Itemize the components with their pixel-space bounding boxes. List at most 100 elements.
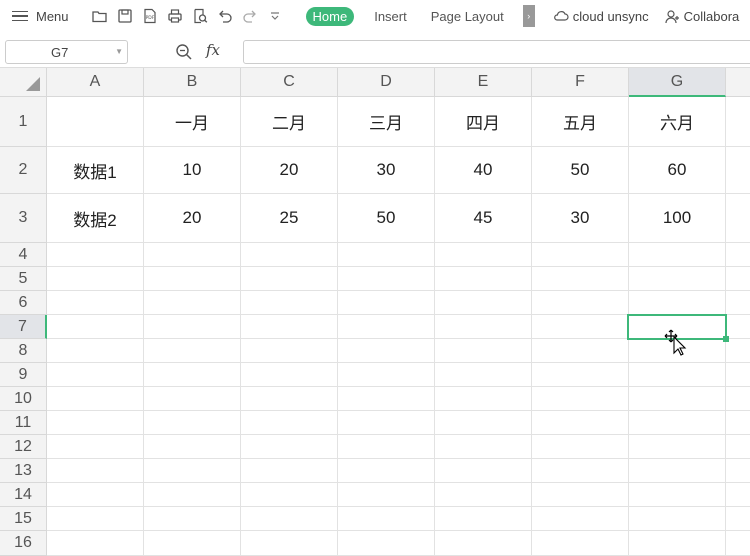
cell-c15[interactable] xyxy=(241,507,338,531)
cell-d12[interactable] xyxy=(338,435,435,459)
column-header-d[interactable]: D xyxy=(338,68,435,97)
cell-h12[interactable] xyxy=(726,435,750,459)
cell-h3[interactable] xyxy=(726,194,750,243)
column-header-f[interactable]: F xyxy=(532,68,629,97)
column-header-h[interactable] xyxy=(726,68,750,97)
row-header-11[interactable]: 11 xyxy=(0,411,47,435)
name-box[interactable]: G7 ▼ xyxy=(5,40,128,64)
cell-c5[interactable] xyxy=(241,267,338,291)
chevron-down-icon[interactable]: ▼ xyxy=(115,47,123,56)
cell-a14[interactable] xyxy=(47,483,144,507)
cell-a9[interactable] xyxy=(47,363,144,387)
cell-a2[interactable]: 数据1 xyxy=(47,147,144,194)
cell-f7[interactable] xyxy=(532,315,629,339)
cell-c11[interactable] xyxy=(241,411,338,435)
cell-c8[interactable] xyxy=(241,339,338,363)
cell-e14[interactable] xyxy=(435,483,532,507)
cell-g5[interactable] xyxy=(629,267,726,291)
cell-d2[interactable]: 30 xyxy=(338,147,435,194)
cell-g1[interactable]: 六月 xyxy=(629,97,726,147)
row-header-10[interactable]: 10 xyxy=(0,387,47,411)
cell-b3[interactable]: 20 xyxy=(144,194,241,243)
cell-c7[interactable] xyxy=(241,315,338,339)
row-header-16[interactable]: 16 xyxy=(0,531,47,556)
cell-c14[interactable] xyxy=(241,483,338,507)
row-header-13[interactable]: 13 xyxy=(0,459,47,483)
cell-e4[interactable] xyxy=(435,243,532,267)
more-tabs-arrow-icon[interactable]: › xyxy=(522,5,535,27)
cell-e12[interactable] xyxy=(435,435,532,459)
cell-b2[interactable]: 10 xyxy=(144,147,241,194)
cell-g15[interactable] xyxy=(629,507,726,531)
cell-d15[interactable] xyxy=(338,507,435,531)
tab-page-layout[interactable]: Page Layout xyxy=(431,9,504,24)
cell-b15[interactable] xyxy=(144,507,241,531)
cell-h7[interactable] xyxy=(726,315,750,339)
cell-f11[interactable] xyxy=(532,411,629,435)
cell-f16[interactable] xyxy=(532,531,629,556)
cell-f9[interactable] xyxy=(532,363,629,387)
cell-b11[interactable] xyxy=(144,411,241,435)
row-header-5[interactable]: 5 xyxy=(0,267,47,291)
column-header-b[interactable]: B xyxy=(144,68,241,97)
menu-button[interactable]: Menu xyxy=(12,9,69,24)
cell-h11[interactable] xyxy=(726,411,750,435)
cell-d16[interactable] xyxy=(338,531,435,556)
undo-icon[interactable] xyxy=(216,7,234,25)
cell-f12[interactable] xyxy=(532,435,629,459)
cell-d7[interactable] xyxy=(338,315,435,339)
row-header-9[interactable]: 9 xyxy=(0,363,47,387)
cell-d14[interactable] xyxy=(338,483,435,507)
cell-g14[interactable] xyxy=(629,483,726,507)
cell-d1[interactable]: 三月 xyxy=(338,97,435,147)
cell-e10[interactable] xyxy=(435,387,532,411)
row-header-2[interactable]: 2 xyxy=(0,147,47,194)
tab-home[interactable]: Home xyxy=(305,6,355,26)
cell-c6[interactable] xyxy=(241,291,338,315)
column-header-e[interactable]: E xyxy=(435,68,532,97)
column-header-g[interactable]: G xyxy=(629,68,726,97)
cell-c16[interactable] xyxy=(241,531,338,556)
cell-d9[interactable] xyxy=(338,363,435,387)
cell-a11[interactable] xyxy=(47,411,144,435)
row-header-14[interactable]: 14 xyxy=(0,483,47,507)
cell-a12[interactable] xyxy=(47,435,144,459)
cell-b6[interactable] xyxy=(144,291,241,315)
cell-g6[interactable] xyxy=(629,291,726,315)
column-header-c[interactable]: C xyxy=(241,68,338,97)
print-icon[interactable] xyxy=(166,7,184,25)
cell-h4[interactable] xyxy=(726,243,750,267)
collaborate-button[interactable]: Collabora xyxy=(665,9,739,24)
cell-f13[interactable] xyxy=(532,459,629,483)
redo-icon[interactable] xyxy=(241,7,259,25)
cell-b7[interactable] xyxy=(144,315,241,339)
cell-e1[interactable]: 四月 xyxy=(435,97,532,147)
cell-g3[interactable]: 100 xyxy=(629,194,726,243)
cell-g16[interactable] xyxy=(629,531,726,556)
row-header-7[interactable]: 7 xyxy=(0,315,47,339)
row-header-1[interactable]: 1 xyxy=(0,97,47,147)
cell-a3[interactable]: 数据2 xyxy=(47,194,144,243)
customize-toolbar-icon[interactable] xyxy=(266,7,284,25)
formula-input[interactable] xyxy=(243,40,750,64)
cell-a1[interactable] xyxy=(47,97,144,147)
cell-b14[interactable] xyxy=(144,483,241,507)
cell-h1[interactable] xyxy=(726,97,750,147)
cell-c2[interactable]: 20 xyxy=(241,147,338,194)
cell-a15[interactable] xyxy=(47,507,144,531)
cell-g2[interactable]: 60 xyxy=(629,147,726,194)
cell-g9[interactable] xyxy=(629,363,726,387)
cell-e15[interactable] xyxy=(435,507,532,531)
cell-h5[interactable] xyxy=(726,267,750,291)
cell-b9[interactable] xyxy=(144,363,241,387)
row-header-6[interactable]: 6 xyxy=(0,291,47,315)
cell-b10[interactable] xyxy=(144,387,241,411)
fill-handle[interactable] xyxy=(723,336,729,342)
cell-c4[interactable] xyxy=(241,243,338,267)
cell-b16[interactable] xyxy=(144,531,241,556)
cell-f1[interactable]: 五月 xyxy=(532,97,629,147)
cell-b1[interactable]: 一月 xyxy=(144,97,241,147)
row-header-8[interactable]: 8 xyxy=(0,339,47,363)
cell-b4[interactable] xyxy=(144,243,241,267)
cell-d10[interactable] xyxy=(338,387,435,411)
